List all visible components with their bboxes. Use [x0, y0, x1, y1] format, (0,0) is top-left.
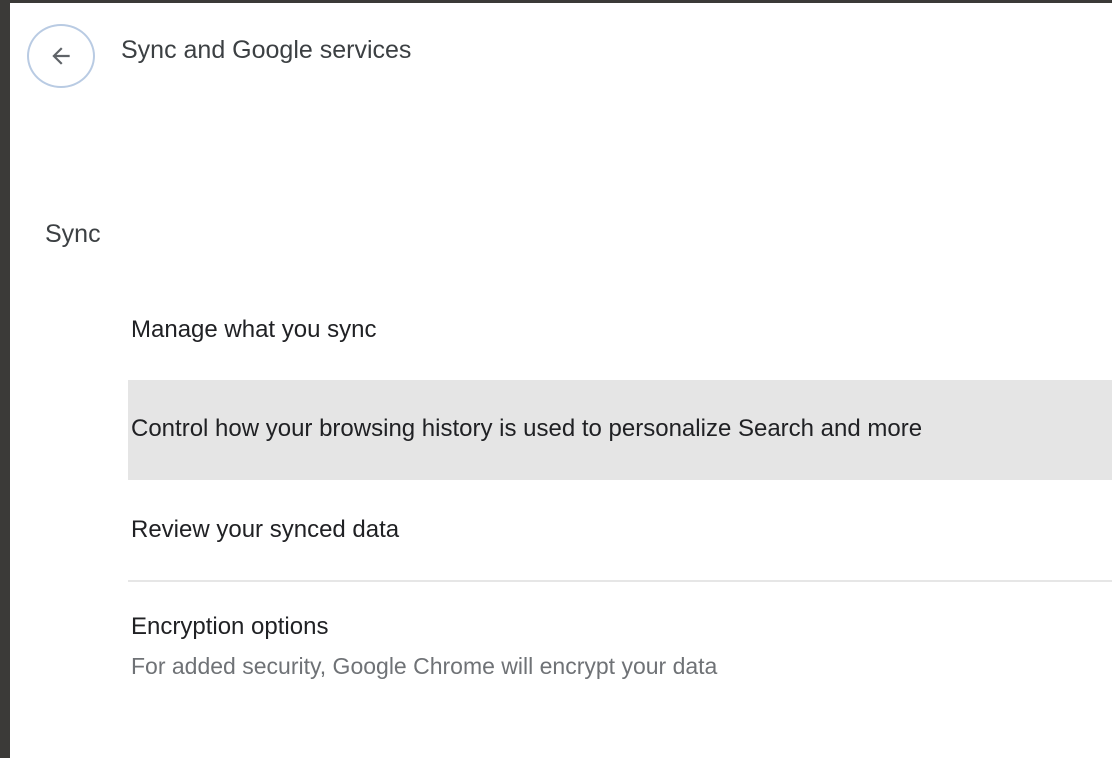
encryption-options-item[interactable]: Encryption options For added security, G…	[128, 599, 1112, 699]
settings-page: Sync and Google services Sync Manage wha…	[10, 3, 1112, 758]
manage-sync-item[interactable]: Manage what you sync	[128, 298, 1112, 368]
divider	[128, 580, 1112, 582]
control-browsing-history-item[interactable]: Control how your browsing history is use…	[128, 380, 1112, 480]
manage-sync-label: Manage what you sync	[131, 316, 377, 343]
section-title-sync: Sync	[45, 220, 101, 248]
review-synced-data-label: Review your synced data	[131, 516, 400, 543]
arrow-left-icon	[52, 47, 70, 65]
encryption-options-description: For added security, Google Chrome will e…	[131, 653, 718, 679]
back-button[interactable]	[27, 24, 95, 88]
page-header: Sync and Google services	[10, 3, 1112, 103]
review-synced-data-item[interactable]: Review your synced data	[128, 493, 1112, 578]
page-title: Sync and Google services	[121, 36, 412, 64]
encryption-options-label: Encryption options	[131, 613, 329, 640]
control-browsing-history-label: Control how your browsing history is use…	[131, 415, 923, 442]
